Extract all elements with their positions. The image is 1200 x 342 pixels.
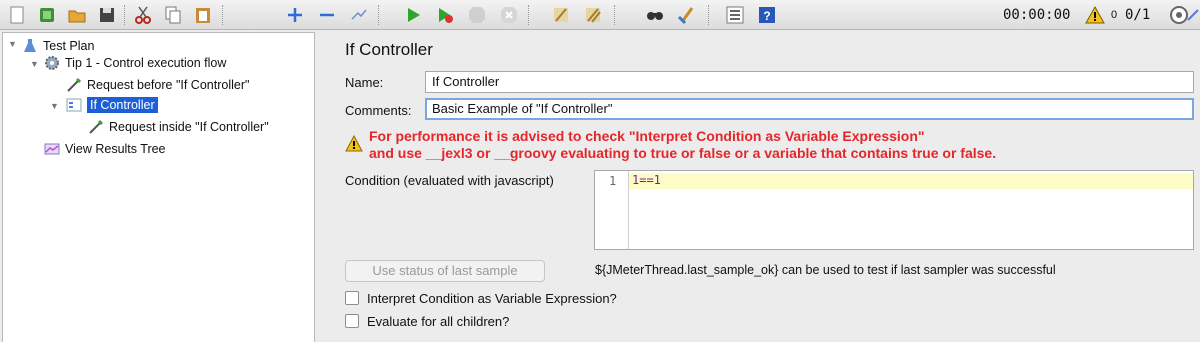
collapse-icon[interactable] — [314, 2, 340, 28]
checkbox-label: Interpret Condition as Variable Expressi… — [367, 290, 617, 306]
expand-toggle-icon[interactable]: ▼ — [50, 101, 59, 111]
shutdown-icon[interactable] — [496, 2, 522, 28]
copy-icon[interactable] — [160, 2, 186, 28]
listener-chart-icon — [43, 140, 61, 158]
sampler-pipette-icon — [87, 118, 105, 136]
gear-icon — [43, 54, 61, 72]
search-icon[interactable] — [642, 2, 668, 28]
paste-icon[interactable] — [190, 2, 216, 28]
function-helper-icon[interactable] — [722, 2, 748, 28]
comments-label: Comments: — [345, 103, 412, 118]
cut-icon[interactable] — [130, 2, 156, 28]
checkbox-box[interactable] — [345, 314, 359, 328]
start-no-pause-icon[interactable] — [432, 2, 458, 28]
condition-label: Condition (evaluated with javascript) — [345, 173, 554, 188]
tree-item-label: If Controller — [87, 97, 158, 113]
line-number: 1 — [609, 174, 617, 188]
warning-line-1: For performance it is advised to check "… — [369, 128, 925, 144]
controller-icon — [65, 96, 83, 114]
tree-item-if-controller[interactable]: If Controller — [65, 95, 158, 115]
interpret-condition-checkbox[interactable]: Interpret Condition as Variable Expressi… — [345, 289, 645, 307]
condition-code[interactable]: 1==1 — [632, 173, 661, 187]
svg-text:?: ? — [763, 9, 770, 23]
toggle-icon[interactable] — [346, 2, 372, 28]
tree-item-request-before[interactable]: Request before "If Controller" — [65, 75, 249, 95]
sampler-pipette-icon — [65, 76, 83, 94]
current-line-highlight — [629, 173, 1193, 189]
use-status-button[interactable]: Use status of last sample — [345, 260, 545, 282]
evaluate-all-children-checkbox[interactable]: Evaluate for all children? — [345, 312, 645, 330]
expand-toggle-icon[interactable]: ▼ — [30, 59, 39, 69]
expand-icon[interactable] — [282, 2, 308, 28]
templates-icon[interactable] — [34, 2, 60, 28]
checkbox-box[interactable] — [345, 291, 359, 305]
warning-icon — [345, 135, 363, 152]
warning-icon[interactable] — [1082, 2, 1108, 28]
stop-icon[interactable] — [464, 2, 490, 28]
new-icon[interactable] — [4, 2, 30, 28]
if-controller-panel: If Controller Name: If Controller Commen… — [330, 32, 1200, 342]
test-plan-tree[interactable]: ▼ Test Plan ▼ Tip 1 - Control execution … — [2, 32, 315, 342]
help-icon[interactable]: ? — [754, 2, 780, 28]
tree-item-label: Test Plan — [43, 39, 95, 53]
reset-search-icon[interactable] — [674, 2, 700, 28]
warning-line-2: and use __jexl3 or __groovy evaluating t… — [369, 145, 997, 161]
tree-item-request-inside[interactable]: Request inside "If Controller" — [87, 117, 269, 137]
performance-warning: For performance it is advised to check "… — [345, 128, 996, 162]
elapsed-time: 00:00:00 — [1003, 7, 1071, 23]
line-number-gutter: 1 — [595, 171, 629, 249]
test-plan-icon — [21, 37, 39, 55]
save-icon[interactable] — [94, 2, 120, 28]
clear-all-icon[interactable] — [580, 2, 606, 28]
tree-item-label: Tip 1 - Control execution flow — [65, 56, 227, 70]
toolbar: ? 00:00:00 0 0/1 — [0, 0, 1200, 30]
condition-editor[interactable]: 1 1==1 — [594, 170, 1194, 250]
start-icon[interactable] — [400, 2, 426, 28]
clear-icon[interactable] — [548, 2, 574, 28]
name-field[interactable]: If Controller — [425, 71, 1194, 93]
tree-item-label: View Results Tree — [65, 142, 166, 156]
active-threads: 0/1 — [1125, 7, 1151, 23]
warning-count: 0 — [1111, 9, 1118, 21]
tree-item-thread-group[interactable]: Tip 1 - Control execution flow — [43, 53, 226, 73]
open-icon[interactable] — [64, 2, 90, 28]
tree-item-label: Request inside "If Controller" — [109, 120, 269, 134]
comments-field[interactable]: Basic Example of "If Controller" — [425, 98, 1194, 120]
tree-item-view-results-tree[interactable]: View Results Tree — [43, 139, 166, 159]
checkbox-label: Evaluate for all children? — [367, 313, 510, 329]
page-title: If Controller — [345, 40, 433, 59]
log-icon[interactable] — [1186, 2, 1200, 28]
tree-item-label: Request before "If Controller" — [87, 78, 250, 92]
name-label: Name: — [345, 75, 384, 90]
expand-toggle-icon[interactable]: ▼ — [8, 39, 17, 49]
last-sample-hint: ${JMeterThread.last_sample_ok} can be us… — [595, 263, 1056, 277]
